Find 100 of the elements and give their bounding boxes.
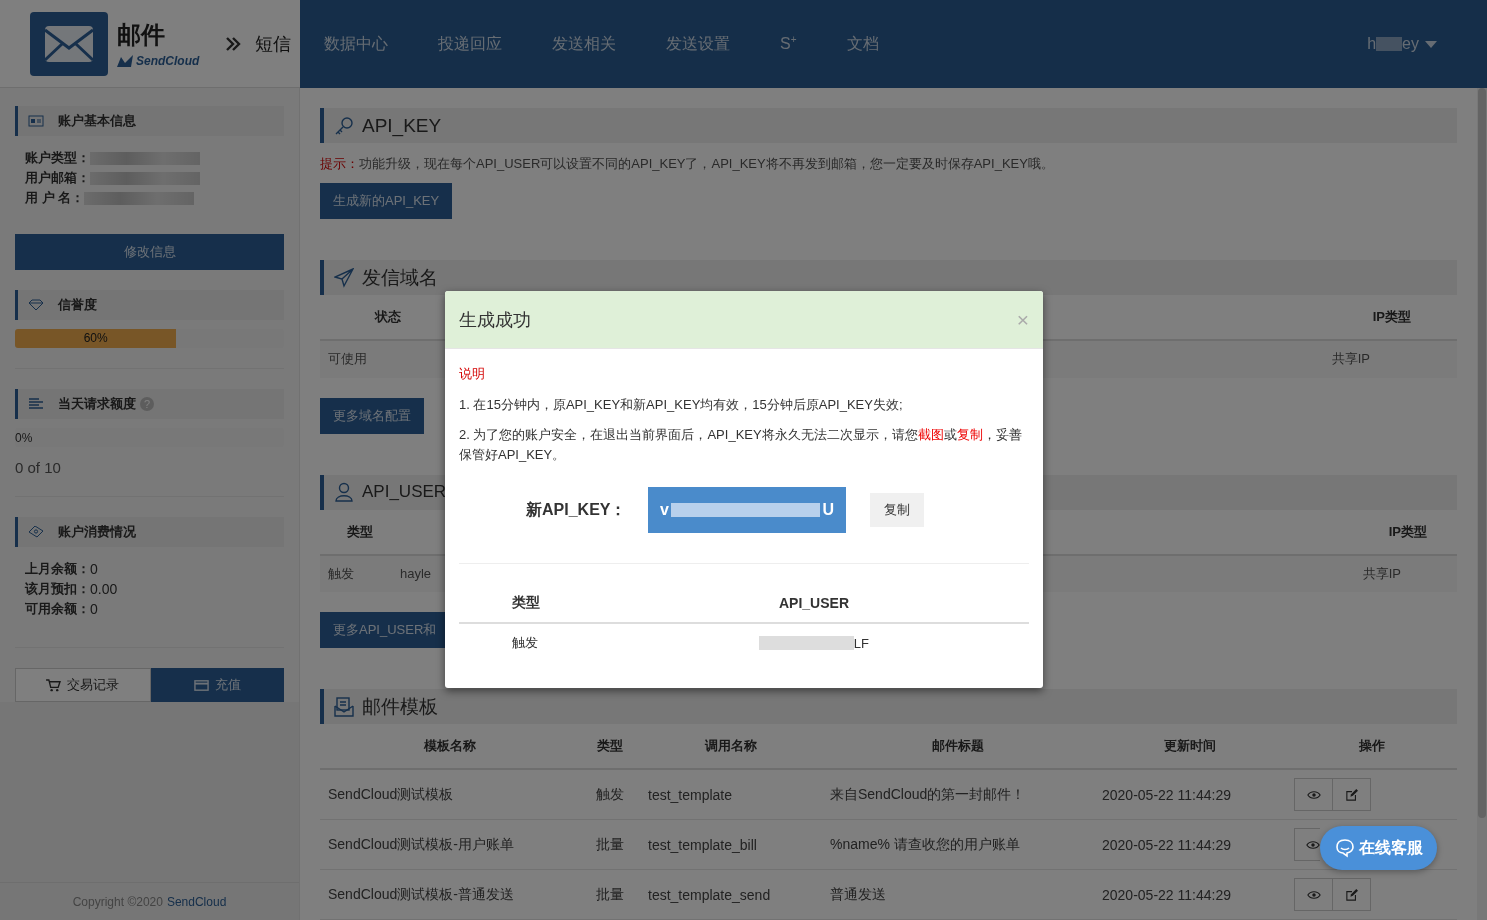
note-text: 2. 为了您的账户安全，在退出当前界面后，API_KEY将永久无法二次显示，请您截图或复制，妥善保管好API_KEY。 [459,426,1023,464]
eye-icon [1306,888,1321,901]
table-cell-text: 2020-05-22 11:44:29 [1101,886,1232,903]
column-header: 操作 [1357,737,1386,756]
column-header: IP类型 [1388,522,1427,541]
column-header: 邮件标题 [931,737,985,756]
view-button[interactable] [1294,778,1333,812]
table-cell-text: SendCloud测试模板-普通发送 [327,885,515,904]
table-cell-text: 批量 [595,835,625,854]
list-icon [28,398,44,410]
envelope-logo-icon [30,11,108,76]
scrollbar-thumb[interactable] [1478,88,1486,818]
table-cell-text: 2020-05-22 11:44:29 [1101,786,1232,803]
edit-button[interactable] [1332,778,1371,812]
help-icon[interactable]: ? [140,397,154,411]
nav-link[interactable]: 文档 [846,33,879,55]
edit-button[interactable] [1332,878,1371,912]
edit-icon [1344,888,1359,901]
table-cell-text: test_template_send [647,886,772,903]
column-header: 类型 [596,737,624,756]
user-icon [334,482,354,503]
user-menu[interactable]: h ey [1367,35,1437,53]
table-cell-text: test_template_bill [647,836,758,853]
double-chevron-icon [225,36,242,51]
section-title: 当天请求额度 [58,395,136,413]
field-label: 账户类型： [25,149,90,167]
view-button[interactable] [1294,878,1333,912]
field-label: 用户邮箱： [25,169,90,187]
table-cell-text: test_template [647,786,734,803]
section-title: 邮件模板 [362,694,438,719]
online-support-button[interactable]: 在线客服 [1320,826,1437,870]
paper-plane-icon [334,267,354,288]
cart-icon [46,678,62,692]
table-cell-text: SendCloud测试模板-用户账单 [327,835,515,854]
recharge-button[interactable]: 充值 [150,668,284,702]
section-title: 发信域名 [362,265,438,290]
nav-link[interactable]: 数据中心 [324,33,388,55]
field-label: 该月预扣： [25,580,90,598]
nav-link[interactable]: 投递回应 [438,33,502,55]
dialog-title: 生成成功 [459,308,531,332]
table-cell-text: 普通发送 [829,885,887,904]
breadcrumb-link[interactable]: 短信 [255,31,292,56]
column-header: API_USER [778,595,850,611]
api-key-value: v U [648,487,846,533]
section-title: 账户基本信息 [58,112,136,130]
table-cell-text: 来自SendCloud的第一封邮件！ [829,785,1027,804]
view-button[interactable] [1294,828,1320,862]
history-button[interactable]: 交易记录 [15,668,151,702]
close-button[interactable]: × [1016,307,1029,332]
column-header: 更新时间 [1163,737,1217,756]
footer-link[interactable]: SendCloud [166,894,227,909]
table-cell-text: %name% 请查收您的用户账单 [829,835,1021,854]
column-header: 状态 [373,308,402,327]
diamond-icon [28,299,44,311]
ticket-icon [28,526,44,538]
section-title: 信誉度 [58,296,97,314]
table-cell-text: 批量 [595,885,625,904]
field-label: 上月余额： [25,560,90,578]
table-cell: LF [759,635,869,651]
table-cell: 共享IP [1331,350,1370,369]
nav-link[interactable]: 发送相关 [552,33,616,55]
progress-reading: 60% [82,331,109,345]
eye-icon [1306,838,1320,851]
edit-icon [1344,788,1359,801]
nav-link[interactable]: S$^{+}$ [780,34,797,54]
table-cell-text: 触发 [327,564,355,583]
field-label: 可用余额： [25,600,90,618]
edit-info-button[interactable]: 修改信息 [15,234,284,270]
generate-key-button[interactable]: 生成新的API_KEY [320,183,453,219]
section-title: API_USER [362,482,447,503]
table-cell-text: SendCloud测试模板 [327,785,455,804]
credit-card-icon [193,678,209,692]
field-value: 0.00 [90,581,118,597]
key-icon [334,115,354,136]
table-cell: 共享IP [1362,564,1401,583]
section-title: 账户消费情况 [58,523,136,541]
column-header: 调用名称 [703,737,758,756]
column-header: 类型 [346,522,374,541]
table-cell-text: 触发 [511,634,539,652]
section-title: API_KEY [362,114,442,137]
template-icon [334,696,354,717]
progress-reading: 0% [15,431,33,445]
field-value: 0 [90,561,98,577]
table-cell-text: 可使用 [327,350,368,369]
copy-button[interactable]: 复制 [870,493,924,527]
more-domains-button[interactable]: 更多域名配置 [320,397,424,434]
id-card-icon [28,115,44,127]
column-header: 模板名称 [422,737,477,756]
brand-logo: SendCloud [117,53,200,68]
field-value: 0 [90,601,98,617]
note-title: 说明 [459,365,486,383]
nav-link[interactable]: 发送设置 [666,33,730,55]
column-header: IP类型 [1372,308,1411,327]
chat-icon [1334,838,1355,858]
app-name: 邮件 [117,19,166,50]
table-cell: hayle [400,566,432,582]
key-label: 新API_KEY： [526,499,628,520]
note-text: 1. 在15分钟内，原API_KEY和新API_KEY均有效，15分钟后原API_KEY失效; [459,396,904,414]
table-cell-text: 2020-05-22 11:44:29 [1101,836,1232,853]
quota-usage: 0 of 10 [15,459,62,476]
